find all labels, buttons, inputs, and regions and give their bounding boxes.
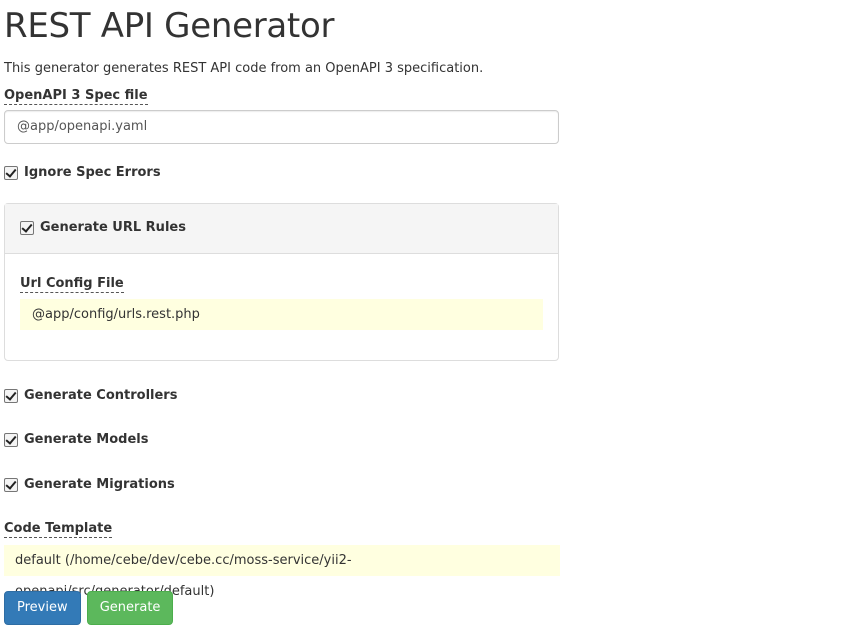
generate-controllers-checkbox[interactable] [4,389,18,403]
url-config-file-value[interactable]: @app/config/urls.rest.php [20,299,543,330]
generate-models-checkbox[interactable] [4,433,18,447]
generate-url-rules-checkbox[interactable] [20,221,34,235]
generator-page: REST API Generator This generator genera… [4,0,560,625]
url-rules-panel-heading: Generate URL Rules [5,204,558,254]
ignore-spec-errors-label[interactable]: Ignore Spec Errors [24,165,161,181]
generate-migrations-label[interactable]: Generate Migrations [24,477,175,493]
preview-button[interactable]: Preview [4,591,81,625]
spec-file-field: OpenAPI 3 Spec file @app/openapi.yaml [4,84,560,144]
spec-file-label: OpenAPI 3 Spec file [4,88,148,105]
spec-file-input[interactable]: @app/openapi.yaml [4,110,559,144]
generate-migrations-checkbox[interactable] [4,478,18,492]
code-template-label: Code Template [4,521,113,538]
ignore-spec-errors-row[interactable]: Ignore Spec Errors [4,163,560,183]
generate-url-rules-row[interactable]: Generate URL Rules [20,218,543,238]
code-template-field: Code Template default (/home/cebe/dev/ce… [4,517,560,599]
generate-controllers-row[interactable]: Generate Controllers [4,386,560,406]
generate-models-row[interactable]: Generate Models [4,430,560,450]
ignore-spec-errors-checkbox[interactable] [4,166,18,180]
page-title: REST API Generator [4,6,335,46]
form-actions: Preview Generate [4,591,560,625]
url-rules-panel: Generate URL Rules Url Config File @app/… [4,203,559,361]
generate-button[interactable]: Generate [86,591,174,625]
page-description: This generator generates REST API code f… [4,61,484,76]
code-template-value[interactable]: default (/home/cebe/dev/cebe.cc/moss-ser… [4,545,560,599]
generate-controllers-label[interactable]: Generate Controllers [24,388,177,404]
generate-models-label[interactable]: Generate Models [24,432,148,448]
url-config-file-label: Url Config File [20,276,124,293]
url-rules-panel-body: Url Config File @app/config/urls.rest.ph… [5,254,558,360]
generate-migrations-row[interactable]: Generate Migrations [4,475,560,495]
generate-url-rules-label[interactable]: Generate URL Rules [40,220,186,236]
